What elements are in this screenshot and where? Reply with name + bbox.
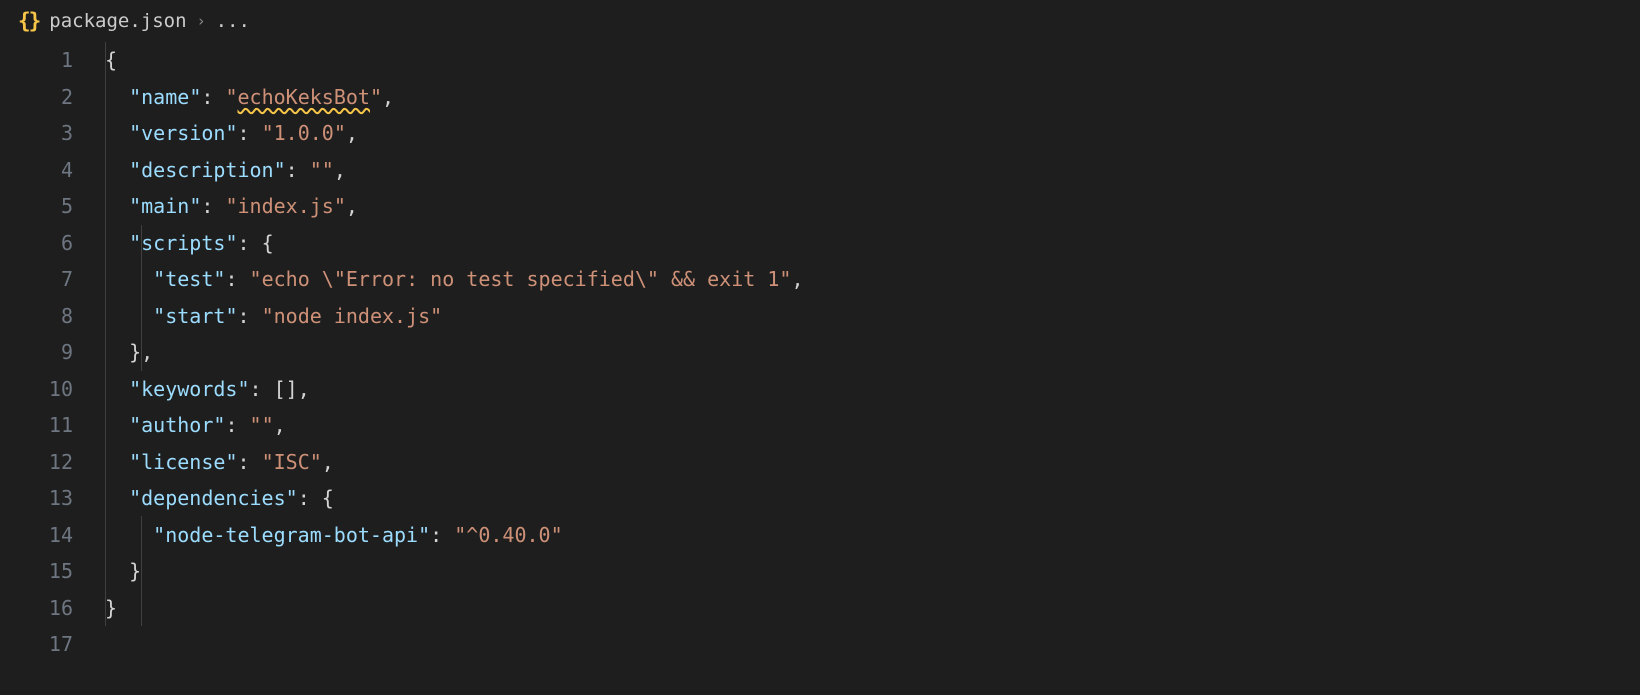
- code-line[interactable]: "keywords": [],: [105, 371, 803, 408]
- chevron-right-icon: ›: [197, 3, 206, 40]
- json-key-dependencies: "dependencies": [129, 486, 298, 510]
- breadcrumb-trail[interactable]: ...: [216, 3, 250, 40]
- json-key-name: "name": [129, 85, 201, 109]
- colon: :: [225, 413, 237, 437]
- json-key-description: "description": [129, 158, 286, 182]
- lint-warning-underline[interactable]: echoKeksBot: [238, 85, 370, 109]
- json-value-author: "": [250, 413, 274, 437]
- json-key-author: "author": [129, 413, 225, 437]
- code-line[interactable]: "author": "",: [105, 407, 803, 444]
- colon: :: [250, 377, 262, 401]
- json-key-version: "version": [129, 121, 237, 145]
- line-number: 3: [0, 115, 73, 152]
- comma: ,: [382, 85, 394, 109]
- json-value-test: "echo \"Error: no test specified\" && ex…: [250, 267, 792, 291]
- json-value-dep: "^0.40.0": [454, 523, 562, 547]
- code-content[interactable]: { "name": "echoKeksBot", "version": "1.0…: [95, 42, 803, 663]
- json-key-license: "license": [129, 450, 237, 474]
- code-editor[interactable]: 1 2 3 4 5 6 7 8 9 10 11 12 13 14 15 16 1…: [0, 42, 1640, 663]
- line-number: 6: [0, 225, 73, 262]
- code-line[interactable]: "dependencies": {: [105, 480, 803, 517]
- code-line[interactable]: }: [105, 590, 803, 627]
- line-number: 10: [0, 371, 73, 408]
- json-value-description: "": [310, 158, 334, 182]
- code-line[interactable]: "main": "index.js",: [105, 188, 803, 225]
- line-number: 8: [0, 298, 73, 335]
- code-line[interactable]: "test": "echo \"Error: no test specified…: [105, 261, 803, 298]
- comma: ,: [141, 340, 153, 364]
- json-value-license: "ISC": [262, 450, 322, 474]
- code-line[interactable]: "start": "node index.js": [105, 298, 803, 335]
- json-key-start: "start": [153, 304, 237, 328]
- line-number: 5: [0, 188, 73, 225]
- json-key-main: "main": [129, 194, 201, 218]
- close-bracket: ]: [286, 377, 298, 401]
- colon: :: [286, 158, 298, 182]
- open-brace: {: [322, 486, 334, 510]
- line-number: 1: [0, 42, 73, 79]
- line-number: 4: [0, 152, 73, 189]
- code-line[interactable]: {: [105, 42, 803, 79]
- json-value-main: "index.js": [225, 194, 345, 218]
- code-line[interactable]: },: [105, 334, 803, 371]
- comma: ,: [346, 121, 358, 145]
- line-number: 15: [0, 553, 73, 590]
- breadcrumb[interactable]: {} package.json › ...: [0, 0, 1640, 42]
- comma: ,: [791, 267, 803, 291]
- line-number: 2: [0, 79, 73, 116]
- code-line[interactable]: "name": "echoKeksBot",: [105, 79, 803, 116]
- code-line[interactable]: "license": "ISC",: [105, 444, 803, 481]
- line-number: 17: [0, 626, 73, 663]
- code-line[interactable]: "node-telegram-bot-api": "^0.40.0": [105, 517, 803, 554]
- line-number: 11: [0, 407, 73, 444]
- indent-guide: [141, 225, 142, 371]
- open-brace: {: [262, 231, 274, 255]
- line-number: 13: [0, 480, 73, 517]
- code-line[interactable]: "description": "",: [105, 152, 803, 189]
- colon: :: [237, 231, 249, 255]
- line-number: 9: [0, 334, 73, 371]
- indent-guide: [105, 42, 106, 626]
- json-value-name: "echoKeksBot": [225, 85, 382, 109]
- close-brace: }: [105, 596, 117, 620]
- json-file-icon: {}: [18, 3, 39, 40]
- line-number: 7: [0, 261, 73, 298]
- code-line[interactable]: "version": "1.0.0",: [105, 115, 803, 152]
- json-key-dep: "node-telegram-bot-api": [153, 523, 430, 547]
- colon: :: [298, 486, 310, 510]
- json-key-test: "test": [153, 267, 225, 291]
- colon: :: [430, 523, 442, 547]
- line-number: 14: [0, 517, 73, 554]
- json-key-keywords: "keywords": [129, 377, 249, 401]
- json-value-version: "1.0.0": [262, 121, 346, 145]
- json-key-scripts: "scripts": [129, 231, 237, 255]
- colon: :: [237, 121, 249, 145]
- open-brace: {: [105, 48, 117, 72]
- breadcrumb-file-name[interactable]: package.json: [49, 3, 186, 40]
- code-line[interactable]: [105, 626, 803, 663]
- close-brace: }: [129, 340, 141, 364]
- indent-guide: [141, 516, 142, 626]
- code-line[interactable]: "scripts": {: [105, 225, 803, 262]
- line-number: 16: [0, 590, 73, 627]
- code-line[interactable]: }: [105, 553, 803, 590]
- json-value-start: "node index.js": [262, 304, 443, 328]
- line-number-gutter: 1 2 3 4 5 6 7 8 9 10 11 12 13 14 15 16 1…: [0, 42, 95, 663]
- comma: ,: [298, 377, 310, 401]
- line-number: 12: [0, 444, 73, 481]
- comma: ,: [346, 194, 358, 218]
- comma: ,: [334, 158, 346, 182]
- colon: :: [201, 194, 213, 218]
- open-bracket: [: [274, 377, 286, 401]
- comma: ,: [322, 450, 334, 474]
- comma: ,: [274, 413, 286, 437]
- colon: :: [237, 450, 249, 474]
- colon: :: [237, 304, 249, 328]
- colon: :: [225, 267, 237, 291]
- close-brace: }: [129, 559, 141, 583]
- colon: :: [201, 85, 213, 109]
